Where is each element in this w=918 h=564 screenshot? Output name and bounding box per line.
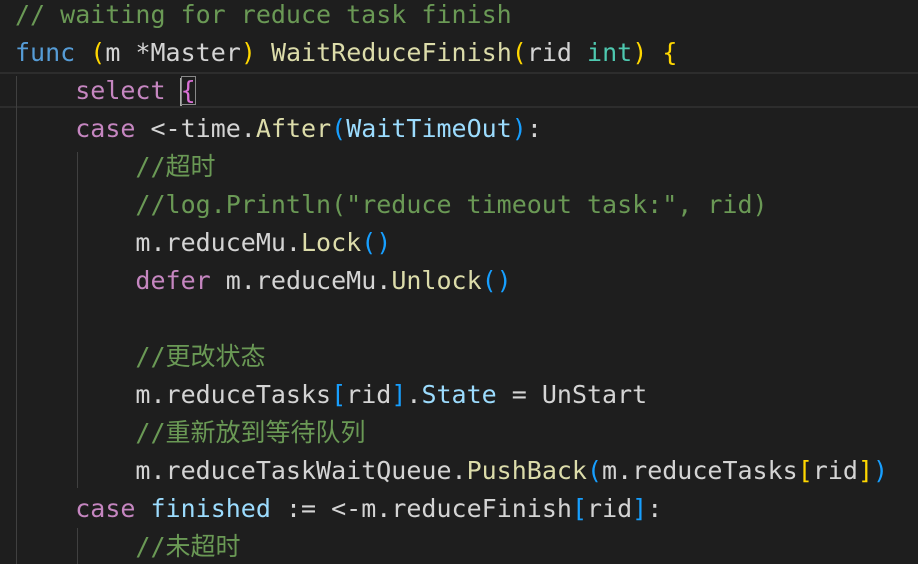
code-line[interactable]: //更改状态: [15, 338, 266, 376]
code-line[interactable]: m.reduceTaskWaitQueue.PushBack(m.reduceT…: [15, 452, 888, 490]
code-line[interactable]: select {: [15, 72, 196, 110]
code-token: m.reduceMu.: [210, 266, 392, 295]
code-token: (): [481, 266, 512, 295]
code-token: ]: [391, 380, 407, 409]
code-comment: //更改状态: [135, 342, 266, 371]
code-token: rid: [346, 380, 392, 409]
code-token: func: [15, 38, 76, 67]
code-token: {: [662, 38, 678, 67]
code-token: ): [632, 38, 648, 67]
code-token: defer: [135, 266, 211, 295]
code-line[interactable]: //超时: [15, 148, 216, 186]
code-token: <-time.: [135, 114, 256, 143]
code-token: case: [75, 494, 136, 523]
code-token: m.reduceTasks: [135, 380, 332, 409]
code-token: rid: [587, 494, 633, 523]
code-token: [: [571, 494, 588, 523]
code-line[interactable]: m.reduceMu.Lock(): [15, 224, 391, 262]
code-token: int: [587, 38, 633, 67]
code-token: ): [873, 456, 889, 485]
code-token: ]: [857, 456, 873, 485]
code-token: (: [586, 456, 603, 485]
code-line[interactable]: m.reduceTasks[rid].State = UnStart: [15, 376, 647, 414]
code-comment: //超时: [135, 152, 216, 181]
code-line[interactable]: // waiting for reduce task finish: [15, 0, 512, 34]
code-line[interactable]: //log.Println("reduce timeout task:", ri…: [15, 186, 768, 224]
code-comment: //重新放到等待队列: [135, 418, 366, 447]
code-token: After: [255, 114, 332, 143]
code-editor[interactable]: // waiting for reduce task finish func (m…: [0, 0, 918, 564]
code-token: WaitReduceFinish: [270, 38, 512, 67]
code-token: m.reduceTaskWaitQueue.: [135, 456, 467, 485]
code-token: m.reduceTasks: [602, 456, 798, 485]
code-token: Unlock: [391, 266, 482, 295]
code-token: [: [797, 456, 813, 485]
code-line[interactable]: func (m *Master) WaitReduceFinish(rid in…: [15, 34, 677, 72]
code-token: :: [647, 494, 663, 523]
code-token: ): [511, 114, 527, 143]
code-comment: //未超时: [135, 532, 241, 561]
code-comment: // waiting for reduce task finish: [15, 0, 512, 29]
code-token: m *Master: [105, 38, 241, 67]
code-token: (): [361, 228, 392, 257]
code-token: ]: [632, 494, 648, 523]
code-token: .: [406, 380, 422, 409]
code-token: = UnStart: [496, 380, 648, 409]
code-token: ): [240, 38, 256, 67]
code-comment: //log.Println("reduce timeout task:", ri…: [135, 190, 768, 219]
code-token: m.reduceMu.: [135, 228, 301, 257]
code-token: {: [180, 76, 196, 105]
code-line[interactable]: case <-time.After(WaitTimeOut):: [15, 110, 542, 148]
code-token: case: [75, 114, 136, 143]
code-token: (: [331, 114, 347, 143]
code-token: Lock: [301, 228, 362, 257]
code-token: [: [331, 380, 347, 409]
code-token: PushBack: [466, 456, 587, 485]
code-token: select: [75, 76, 166, 105]
code-token: := <-m.reduceFinish: [270, 494, 572, 523]
code-token: rid: [526, 38, 588, 67]
code-line[interactable]: //未超时: [15, 528, 241, 564]
code-line[interactable]: //重新放到等待队列: [15, 414, 366, 452]
code-line[interactable]: defer m.reduceMu.Unlock(): [15, 262, 512, 300]
code-line[interactable]: case finished := <-m.reduceFinish[rid]:: [15, 490, 662, 528]
code-token: (: [90, 38, 106, 67]
code-token: :: [526, 114, 542, 143]
code-token: rid: [812, 456, 858, 485]
code-token: finished: [150, 494, 271, 523]
code-token: State: [421, 380, 497, 409]
code-token: (: [511, 38, 527, 67]
code-token: WaitTimeOut: [346, 114, 512, 143]
